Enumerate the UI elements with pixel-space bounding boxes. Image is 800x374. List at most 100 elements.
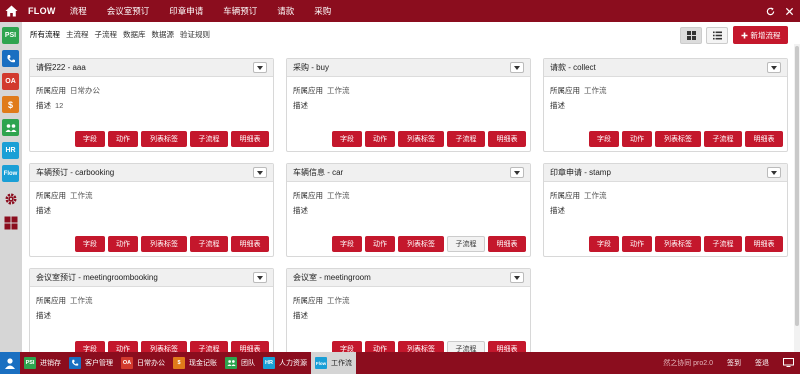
subnav-sub-flow[interactable]: 子流程: [95, 29, 118, 40]
task-item-oa[interactable]: OA 日常办公: [117, 352, 169, 374]
dock-oa[interactable]: OA: [2, 73, 19, 90]
task-item-hr[interactable]: HR 人力资源: [259, 352, 311, 374]
caret-down-icon: [257, 170, 263, 175]
action-button[interactable]: 动作: [108, 236, 138, 252]
subflow-button[interactable]: 子流程: [190, 236, 228, 252]
card-menu-toggle[interactable]: [253, 167, 267, 178]
card-menu-toggle[interactable]: [510, 167, 524, 178]
task-item-label: 团队: [241, 360, 255, 367]
topnav-item-meeting-booking[interactable]: 会议室预订: [107, 5, 150, 17]
detail-table-button[interactable]: 明细表: [488, 131, 526, 147]
subflow-button[interactable]: 子流程: [447, 131, 485, 147]
subnav-all-flows[interactable]: 所有流程: [30, 29, 60, 40]
action-button[interactable]: 动作: [108, 131, 138, 147]
card-title: 印章申请 - stamp: [550, 168, 611, 177]
card-menu-toggle[interactable]: [510, 62, 524, 73]
cash-icon: $: [173, 357, 185, 369]
dock-psi[interactable]: PSI: [2, 27, 19, 44]
app-value: 工作流: [584, 86, 607, 95]
desc-label: 描述: [36, 101, 51, 110]
dock-flow[interactable]: Flow: [2, 165, 19, 182]
field-button[interactable]: 字段: [332, 131, 362, 147]
task-item-team[interactable]: 团队: [221, 352, 259, 374]
detail-table-button[interactable]: 明细表: [488, 236, 526, 252]
caret-down-icon: [514, 170, 520, 175]
task-item-flow[interactable]: Flow 工作流: [311, 352, 356, 374]
action-button[interactable]: 动作: [365, 236, 395, 252]
list-label-button[interactable]: 列表标签: [141, 131, 187, 147]
signin-button[interactable]: 签到: [727, 358, 741, 368]
dock-cash[interactable]: $: [2, 96, 19, 113]
field-button[interactable]: 字段: [75, 131, 105, 147]
subflow-button[interactable]: 子流程: [704, 236, 742, 252]
flow-card-meetingroombooking: 会议室预订 - meetingroombooking 所属应用 工作流 描述 字段…: [29, 268, 274, 362]
action-button[interactable]: 动作: [622, 131, 652, 147]
card-menu-toggle[interactable]: [510, 272, 524, 283]
app-label: 所属应用: [293, 296, 323, 305]
flow-icon: Flow: [315, 357, 327, 369]
dock-all-apps[interactable]: [2, 214, 19, 231]
card-menu-toggle[interactable]: [253, 62, 267, 73]
action-button[interactable]: 动作: [365, 131, 395, 147]
dock-hr[interactable]: HR: [2, 142, 19, 159]
subflow-button[interactable]: 子流程: [190, 131, 228, 147]
content-scrollbar[interactable]: [794, 44, 800, 352]
card-menu-toggle[interactable]: [767, 62, 781, 73]
field-button[interactable]: 字段: [332, 236, 362, 252]
field-button[interactable]: 字段: [589, 236, 619, 252]
task-item-crm[interactable]: 客户管理: [65, 352, 117, 374]
detail-table-button[interactable]: 明细表: [231, 131, 269, 147]
task-item-cash[interactable]: $ 现金记账: [169, 352, 221, 374]
list-label-button[interactable]: 列表标签: [655, 236, 701, 252]
list-label-button[interactable]: 列表标签: [655, 131, 701, 147]
topnav-item-car-booking[interactable]: 车辆预订: [223, 5, 257, 17]
detail-table-button[interactable]: 明细表: [231, 236, 269, 252]
field-button[interactable]: 字段: [75, 236, 105, 252]
new-flow-button[interactable]: 新增流程: [733, 26, 788, 44]
dock-team[interactable]: [2, 119, 19, 136]
detail-table-button[interactable]: 明细表: [745, 236, 783, 252]
refresh-icon: [766, 6, 775, 15]
detail-table-button[interactable]: 明细表: [745, 131, 783, 147]
card-menu-toggle[interactable]: [253, 272, 267, 283]
topnav-item-collect[interactable]: 请款: [277, 5, 294, 17]
subnav-database[interactable]: 数据库: [123, 29, 146, 40]
subflow-button[interactable]: 子流程: [447, 236, 485, 252]
flow-card-collect: 请款 - collect 所属应用 工作流 描述 字段 动作 列表标签 子流程 明…: [543, 58, 788, 152]
card-view-button[interactable]: [680, 27, 702, 44]
list-view-button[interactable]: [706, 27, 728, 44]
subnav-validation-rules[interactable]: 验证规则: [180, 29, 210, 40]
refresh-button[interactable]: [766, 6, 775, 16]
action-button[interactable]: 动作: [622, 236, 652, 252]
topnav-item-stamp[interactable]: 印章申请: [169, 5, 203, 17]
fullscreen-button[interactable]: [783, 357, 794, 369]
list-label-button[interactable]: 列表标签: [398, 236, 444, 252]
home-button[interactable]: [0, 0, 22, 22]
version-label: 然之协同 pro2.0: [663, 360, 713, 367]
task-item-psi[interactable]: PSI 进销存: [20, 352, 65, 374]
scrollbar-thumb[interactable]: [795, 46, 799, 326]
list-label-button[interactable]: 列表标签: [141, 236, 187, 252]
gear-icon: [5, 193, 16, 204]
topnav-item-flow[interactable]: 流程: [70, 5, 87, 17]
signout-button[interactable]: 签退: [755, 358, 769, 368]
grid-icon: [4, 216, 17, 229]
dock-hr-label: HR: [5, 147, 16, 154]
dock-settings[interactable]: [2, 190, 19, 207]
subflow-button[interactable]: 子流程: [704, 131, 742, 147]
list-label-button[interactable]: 列表标签: [398, 131, 444, 147]
card-menu-toggle[interactable]: [767, 167, 781, 178]
field-button[interactable]: 字段: [589, 131, 619, 147]
subnav-main-flow[interactable]: 主流程: [66, 29, 89, 40]
close-button[interactable]: [785, 7, 794, 16]
hr-icon: HR: [263, 357, 275, 369]
oa-icon: OA: [121, 357, 133, 369]
app-label: 所属应用: [550, 86, 580, 95]
app-label: 所属应用: [36, 191, 66, 200]
flow-card-buy: 采购 - buy 所属应用 工作流 描述 字段 动作 列表标签 子流程 明细表: [286, 58, 531, 152]
topnav-item-buy[interactable]: 采购: [314, 5, 331, 17]
dock-crm[interactable]: [2, 50, 19, 67]
start-button[interactable]: [0, 352, 20, 374]
app-value: 工作流: [327, 296, 350, 305]
subnav-datasource[interactable]: 数据源: [152, 29, 175, 40]
